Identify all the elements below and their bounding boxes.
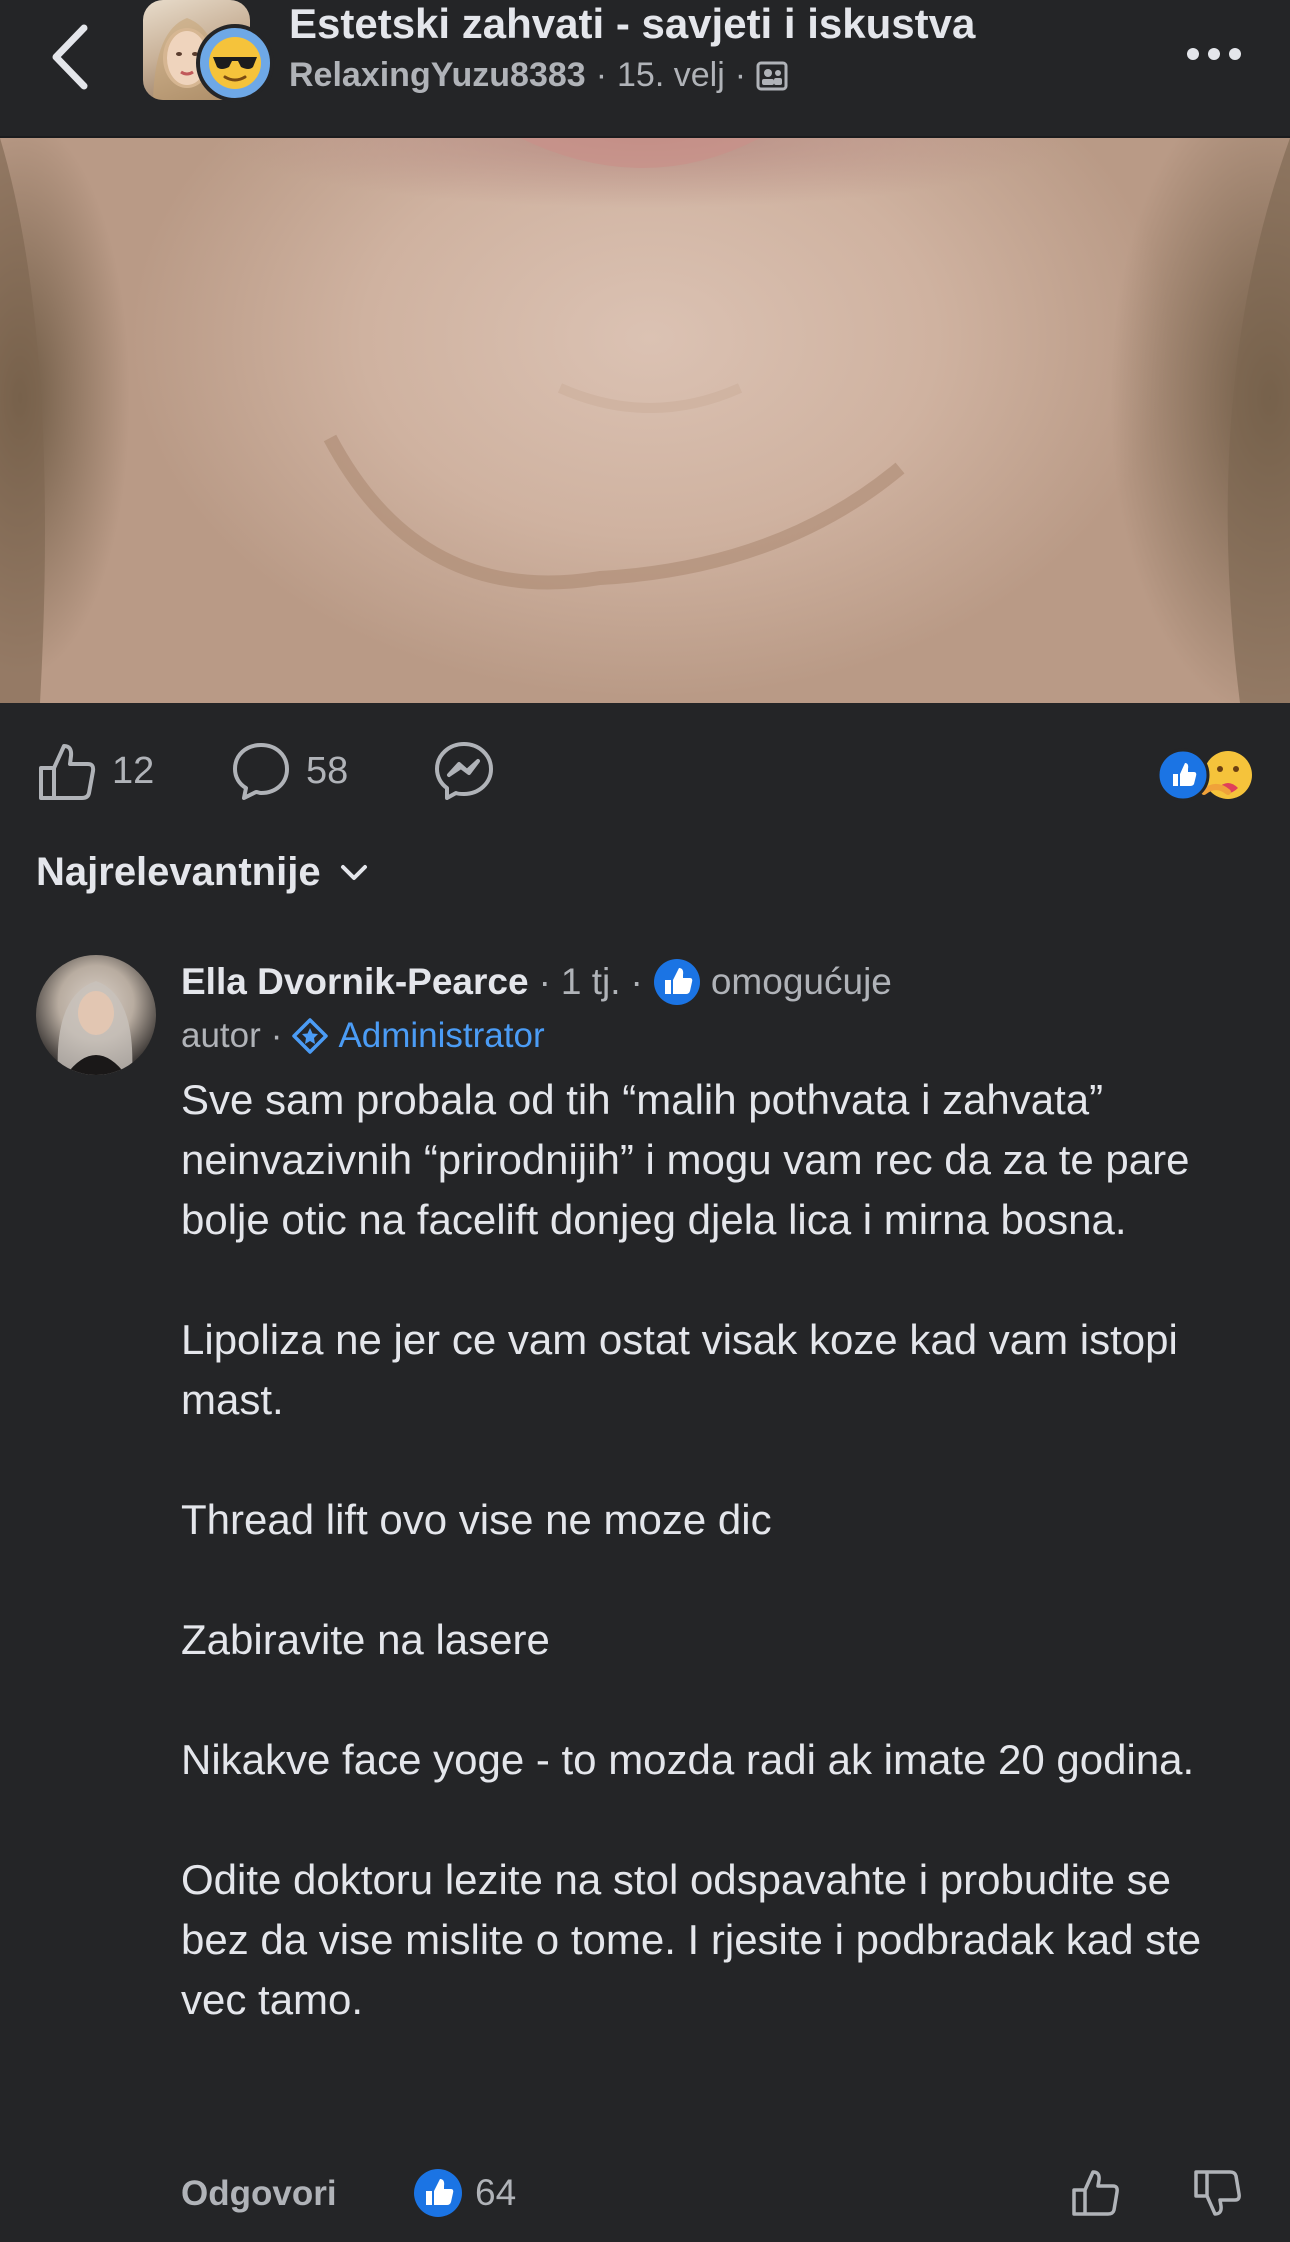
more-options-icon[interactable] [1184,44,1244,64]
meta-separator: · [630,961,643,1002]
comment-paragraph: Thread lift ovo vise ne moze dic [181,1496,772,1543]
meta-separator: · [270,1016,283,1055]
thumbs-up-icon[interactable] [1071,2168,1121,2218]
comment-header: Ella Dvornik-Pearce · 1 tj. · omogućuje [181,958,892,1006]
comment-body: Sve sam probala od tih “malih pothvata i… [181,1070,1241,2030]
comment-paragraph: Nikakve face yoge - to mozda radi ak ima… [181,1736,1195,1783]
care-reaction-icon [1201,751,1252,799]
commenter-badges: autor · Administrator [181,1016,545,1056]
comment-footer: Odgovori 64 [181,2162,1257,2224]
comment-time[interactable]: 1 tj. [561,961,621,1003]
reaction-icons[interactable] [1156,748,1256,802]
commenter-name[interactable]: Ella Dvornik-Pearce [181,961,529,1003]
messenger-icon [435,742,493,800]
admin-badge-icon [292,1018,329,1054]
comment-paragraph: Zabiravite na lasere [181,1616,550,1663]
comment-likes[interactable]: 64 [413,2168,516,2218]
commenter-avatar[interactable] [36,955,156,1075]
recommends-label: omogućuje [710,961,892,1002]
like-button[interactable]: 12 [36,740,154,802]
group-privacy-icon [756,61,788,90]
author-badge: autor [181,1016,261,1055]
post-author[interactable]: RelaxingYuzu8383 [289,56,586,95]
sort-label: Najrelevantnije [36,850,321,894]
admin-badge[interactable]: Administrator [338,1016,544,1056]
reply-button[interactable]: Odgovori [181,2174,337,2214]
post-photo[interactable] [0,138,1290,703]
group-title[interactable]: Estetski zahvati - savjeti i iskustva [289,0,975,48]
comment-sort-dropdown[interactable]: Najrelevantnije [36,850,369,895]
comment-button[interactable]: 58 [230,740,348,802]
meta-separator: · [595,56,608,94]
thumbs-down-icon[interactable] [1193,2168,1243,2218]
comment-like-count: 64 [475,2172,517,2213]
share-messenger-button[interactable] [433,740,495,802]
chevron-down-icon [340,864,367,880]
post-header: Estetski zahvati - savjeti i iskustva Re… [0,0,1290,138]
like-reaction-icon [1156,748,1210,802]
comment-paragraph: Sve sam probala od tih “malih pothvata i… [181,1076,1190,1243]
meta-separator: · [734,56,747,94]
sunglasses-emoji-icon [209,37,261,89]
comment-paragraph: Lipoliza ne jer ce vam ostat visak koze … [181,1316,1178,1423]
author-avatar[interactable] [196,24,274,102]
post-date[interactable]: 15. velj [617,56,725,95]
post-actions-bar: 12 58 [0,730,1290,810]
like-reaction-icon [414,2169,462,2217]
recommends-like-icon [653,959,700,1005]
comment-paragraph: Odite doktoru lezite na stol odspavahte … [181,1856,1202,2023]
thumbs-up-icon [39,744,96,800]
comment-bubble-icon [233,743,289,800]
meta-separator: · [538,961,551,1002]
back-arrow-icon[interactable] [48,22,94,92]
post-meta: RelaxingYuzu8383 · 15. velj · [289,56,788,95]
like-count: 12 [112,749,155,792]
comment-count: 58 [306,749,349,792]
